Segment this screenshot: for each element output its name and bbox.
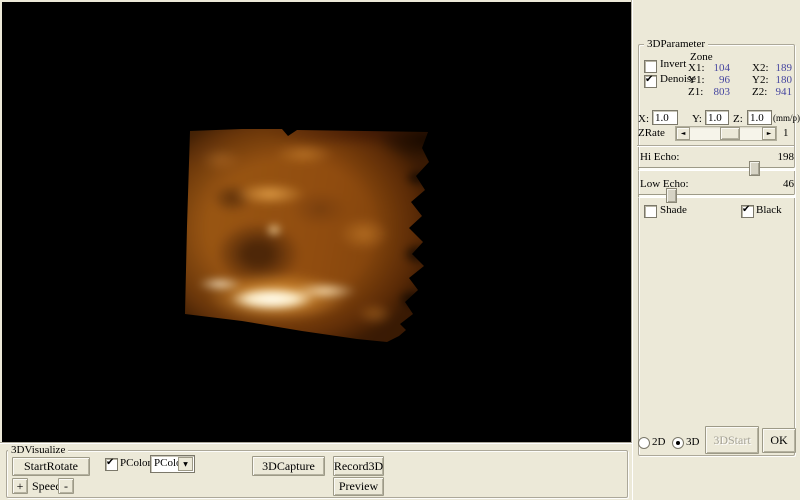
- black-label: Black: [756, 204, 782, 216]
- zrate-scroll-thumb[interactable]: [720, 127, 740, 140]
- scale-unit-label: (mm/p): [773, 113, 800, 123]
- speed-minus-button[interactable]: -: [58, 478, 74, 494]
- hi-echo-slider[interactable]: [638, 167, 795, 171]
- denoise-checkbox-box[interactable]: ✔: [644, 75, 657, 88]
- capture3d-button[interactable]: 3DCapture: [252, 456, 325, 476]
- zone-z1-value: 803: [708, 86, 730, 98]
- invert-label: Invert: [660, 58, 686, 70]
- zone-x2-value: 189: [770, 62, 792, 74]
- pcolor-label: PColor: [120, 457, 151, 469]
- parameter-panel: 3DParameter Invert ✔ Denoise Zone X1: 10…: [632, 0, 800, 500]
- shade-checkbox-box[interactable]: [644, 205, 657, 218]
- zrate-scrollbar[interactable]: ◄ ►: [675, 126, 777, 141]
- radio-3d-circle[interactable]: [672, 437, 684, 449]
- start-rotate-button[interactable]: StartRotate: [12, 457, 90, 476]
- ok-button[interactable]: OK: [762, 428, 796, 453]
- zone-y2-label: Y2:: [752, 74, 769, 86]
- checkmark-icon: ✔: [742, 203, 750, 216]
- black-checkbox-box[interactable]: ✔: [741, 205, 754, 218]
- hi-echo-slider-thumb[interactable]: [749, 161, 760, 176]
- parameter-groupbox: [638, 44, 795, 456]
- zrate-scroll-right-button[interactable]: ►: [762, 127, 776, 140]
- pcolor-dropdown[interactable]: PColor ▼: [150, 455, 195, 473]
- zrate-value: 1: [783, 127, 789, 139]
- low-echo-slider[interactable]: [638, 194, 795, 198]
- zrate-scroll-left-button[interactable]: ◄: [676, 127, 690, 140]
- record3d-button[interactable]: Record3D: [333, 456, 384, 476]
- zone-y1-value: 96: [708, 74, 730, 86]
- low-echo-value: 46: [760, 178, 794, 190]
- zone-y1-label: Y1:: [688, 74, 705, 86]
- zone-z1-label: Z1:: [688, 86, 703, 98]
- radio-3d-label: 3D: [686, 436, 699, 448]
- zone-x1-label: X1:: [688, 62, 705, 74]
- zone-y2-value: 180: [770, 74, 792, 86]
- scale-y-input[interactable]: [705, 110, 729, 125]
- ultrasound-volume-image: [182, 126, 434, 344]
- dropdown-arrow-icon[interactable]: ▼: [178, 457, 193, 471]
- speed-label: Speed: [32, 479, 61, 494]
- pcolor-checkbox-box[interactable]: ✔: [105, 458, 118, 471]
- low-echo-slider-thumb[interactable]: [666, 188, 677, 203]
- preview-button[interactable]: Preview: [333, 477, 384, 496]
- zone-x1-value: 104: [708, 62, 730, 74]
- render-viewport[interactable]: [2, 2, 632, 443]
- speed-plus-button[interactable]: +: [12, 478, 28, 494]
- radio-selected-dot: [676, 441, 680, 445]
- separator-line: [637, 145, 794, 147]
- scale-x-input[interactable]: [652, 110, 678, 125]
- checkmark-icon: ✔: [106, 456, 114, 469]
- start3d-button[interactable]: 3DStart: [705, 426, 759, 454]
- zone-x2-label: X2:: [752, 62, 769, 74]
- hi-echo-value: 198: [760, 151, 794, 163]
- scale-z-label: Z:: [733, 113, 743, 125]
- scale-z-input[interactable]: [747, 110, 772, 125]
- zrate-label: ZRate: [638, 127, 665, 139]
- zone-z2-label: Z2:: [752, 86, 767, 98]
- visualize-group-title: 3DVisualize: [8, 444, 68, 456]
- parameter-group-title: 3DParameter: [644, 38, 708, 50]
- checkmark-icon: ✔: [645, 73, 653, 86]
- radio-2d-label: 2D: [652, 436, 665, 448]
- visualize-panel: 3DVisualize StartRotate + Speed - ✔ PCol…: [0, 443, 632, 500]
- low-echo-label: Low Echo:: [640, 178, 689, 190]
- scale-x-label: X:: [638, 113, 649, 125]
- ultrasound-texture: [170, 114, 446, 356]
- scale-y-label: Y:: [692, 113, 702, 125]
- radio-2d-circle[interactable]: [638, 437, 650, 449]
- zone-z2-value: 941: [770, 86, 792, 98]
- app-window: 3DParameter Invert ✔ Denoise Zone X1: 10…: [0, 0, 800, 500]
- hi-echo-label: Hi Echo:: [640, 151, 679, 163]
- shade-label: Shade: [660, 204, 687, 216]
- invert-checkbox-box[interactable]: [644, 60, 657, 73]
